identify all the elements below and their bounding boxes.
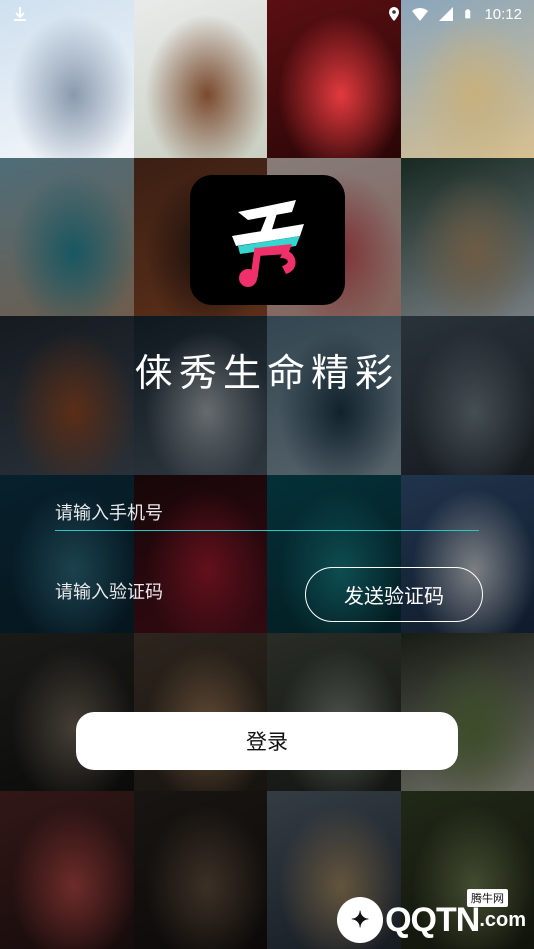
watermark-suffix: .com	[479, 908, 526, 931]
verification-code-field	[55, 578, 285, 612]
app-slogan: 俫秀生命精彩	[134, 351, 399, 395]
watermark-text: QQTN	[385, 900, 480, 939]
verification-code-input[interactable]	[55, 578, 285, 607]
send-code-button[interactable]: 发送验证码	[305, 567, 483, 622]
watermark-logo-icon: ✦	[337, 897, 384, 943]
app-logo-glyph	[231, 200, 304, 287]
watermark-tag: 腾牛网	[467, 889, 508, 907]
location-icon	[386, 6, 402, 22]
tile-girl-red	[0, 790, 134, 949]
phone-field	[55, 496, 479, 531]
status-bar: 10:12	[0, 0, 534, 28]
tile-dim-overlay	[0, 158, 134, 317]
tile-dim-overlay	[400, 158, 534, 317]
tile-coast	[0, 158, 134, 317]
tile-dim-overlay	[133, 790, 267, 949]
tile-dim-overlay	[0, 790, 134, 949]
signal-icon	[438, 6, 454, 22]
app-logo	[190, 175, 345, 305]
download-icon	[12, 6, 28, 22]
wifi-icon	[412, 6, 429, 22]
background-photo-grid	[0, 0, 534, 949]
tile-boat	[400, 158, 534, 317]
qqtn-watermark: ✦ QQTN .com 腾牛网	[337, 889, 526, 943]
tile-coffee	[133, 790, 267, 949]
status-time: 10:12	[484, 5, 522, 23]
login-button[interactable]: 登录	[76, 712, 458, 770]
phone-input[interactable]	[55, 503, 479, 530]
battery-icon	[464, 6, 474, 22]
